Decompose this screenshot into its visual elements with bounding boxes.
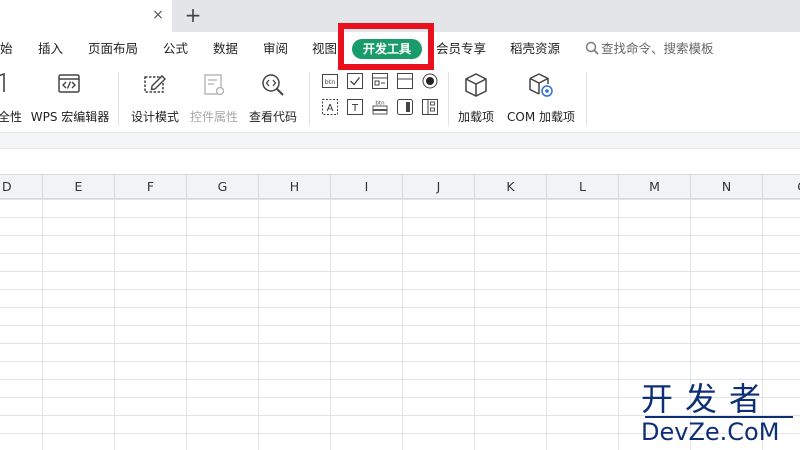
button-control-icon[interactable]: btn xyxy=(322,73,338,89)
column-header-m[interactable]: M xyxy=(619,175,691,199)
ribbon-developer: 全性 WPS 宏编辑器 设计模式 控件属性 查看代码 btn A T btn 加… xyxy=(0,66,800,132)
shield-icon xyxy=(0,72,5,92)
column-header-f[interactable]: F xyxy=(115,175,187,199)
search-placeholder: 查找命令、搜索模板 xyxy=(601,41,714,56)
document-tab[interactable]: × xyxy=(0,0,172,32)
column-header-j[interactable]: J xyxy=(403,175,475,199)
view-code-button[interactable]: 查看代码 xyxy=(244,72,302,126)
spin-control-icon[interactable]: btn xyxy=(372,99,388,115)
column-header-n[interactable]: N xyxy=(691,175,763,199)
watermark-logo: 开发者 DevZe.CoM xyxy=(641,382,796,446)
svg-text:T: T xyxy=(351,103,359,114)
com-addins-button[interactable]: COM 加载项 xyxy=(502,72,580,126)
column-header-l[interactable]: L xyxy=(547,175,619,199)
toolbar-divider xyxy=(0,132,800,148)
macro-security-label: 全性 xyxy=(0,110,22,124)
design-mode-icon xyxy=(144,75,166,93)
addin-box-icon xyxy=(465,73,487,97)
command-search[interactable]: 查找命令、搜索模板 xyxy=(585,32,714,66)
menu-item-page-layout[interactable]: 页面布局 xyxy=(88,32,138,66)
control-properties-button: 控件属性 xyxy=(185,72,243,126)
addins-button[interactable]: 加载项 xyxy=(454,72,498,126)
grid-line xyxy=(474,199,475,450)
com-addin-icon xyxy=(529,73,553,97)
menu-item-review[interactable]: 审阅 xyxy=(263,32,288,66)
grid-line xyxy=(546,199,547,450)
menu-item-view[interactable]: 视图 xyxy=(312,32,337,66)
svg-text:btn: btn xyxy=(325,78,336,86)
grid-line xyxy=(402,199,403,450)
grid-line xyxy=(258,199,259,450)
textbox-control-icon[interactable]: T xyxy=(347,99,363,115)
grid-line xyxy=(618,199,619,450)
grid-line xyxy=(330,199,331,450)
ribbon-separator xyxy=(118,72,119,126)
checkbox-control-icon[interactable] xyxy=(347,73,363,89)
column-header-d[interactable]: D xyxy=(0,175,43,199)
radio-control-icon[interactable] xyxy=(422,73,438,89)
svg-text:A: A xyxy=(327,103,334,114)
combobox-control-icon[interactable] xyxy=(372,73,388,89)
ribbon-separator xyxy=(309,72,310,126)
menu-item-data[interactable]: 数据 xyxy=(213,32,238,66)
column-header-partial[interactable]: C xyxy=(763,175,800,199)
grid-line xyxy=(114,199,115,450)
menu-item-start[interactable]: 始 xyxy=(0,32,13,66)
column-header-k[interactable]: K xyxy=(475,175,547,199)
column-header-e[interactable]: E xyxy=(43,175,115,199)
scrollbar-control-icon[interactable] xyxy=(397,99,413,115)
label-control-icon[interactable]: A xyxy=(322,99,338,115)
search-icon xyxy=(585,41,599,55)
macro-security-button[interactable]: 全性 xyxy=(0,72,24,126)
addins-label: 加载项 xyxy=(457,110,494,124)
grid-line xyxy=(186,199,187,450)
control-properties-icon xyxy=(204,74,225,96)
menu-item-formulas[interactable]: 公式 xyxy=(163,32,188,66)
grid-line xyxy=(42,199,43,450)
ribbon-separator xyxy=(586,72,587,126)
column-header-i[interactable]: I xyxy=(331,175,403,199)
ribbon-separator xyxy=(448,72,449,126)
design-mode-label: 设计模式 xyxy=(130,110,179,124)
groupbox-control-icon[interactable] xyxy=(422,99,438,115)
watermark-title: 开发者 xyxy=(641,380,774,418)
design-mode-button[interactable]: 设计模式 xyxy=(126,72,184,126)
close-tab-icon[interactable]: × xyxy=(150,7,166,23)
menu-item-member[interactable]: 会员专享 xyxy=(436,32,486,66)
macro-editor-icon xyxy=(58,74,80,93)
macro-editor-button[interactable]: WPS 宏编辑器 xyxy=(28,72,112,126)
menu-item-insert[interactable]: 插入 xyxy=(38,32,63,66)
listbox-control-icon[interactable] xyxy=(397,73,413,89)
watermark-domain: DevZe.CoM xyxy=(641,418,780,446)
highlight-box xyxy=(338,23,434,70)
control-properties-label: 控件属性 xyxy=(189,110,238,124)
view-code-label: 查看代码 xyxy=(248,110,297,124)
macro-editor-label: WPS 宏编辑器 xyxy=(30,110,110,124)
formula-bar[interactable] xyxy=(0,148,800,174)
new-tab-icon[interactable]: + xyxy=(183,4,203,26)
column-header-g[interactable]: G xyxy=(187,175,259,199)
view-code-icon xyxy=(262,74,284,96)
menu-item-docer[interactable]: 稻壳资源 xyxy=(510,32,560,66)
column-header-row: D E F G H I J K L M N C xyxy=(0,174,800,199)
column-header-h[interactable]: H xyxy=(259,175,331,199)
com-addins-label: COM 加载项 xyxy=(507,110,575,124)
